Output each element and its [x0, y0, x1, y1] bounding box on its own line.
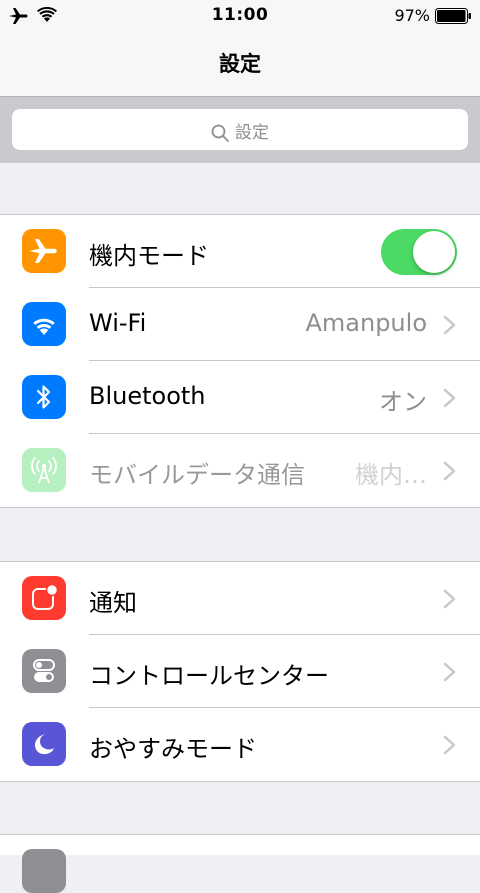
wifi-network-name: Amanpulo: [305, 309, 427, 337]
search-field[interactable]: 設定: [12, 109, 468, 150]
moon-icon: [22, 722, 66, 766]
chevron-right-icon: [443, 388, 456, 408]
page-title: 設定: [219, 52, 261, 76]
mobile-data-label: モバイルデータ通信: [89, 461, 305, 489]
wifi-label: Wi-Fi: [89, 309, 147, 337]
search-area: 設定: [0, 96, 480, 163]
bluetooth-row[interactable]: Bluetooth オン: [0, 361, 480, 434]
settings-icon: [22, 849, 66, 893]
bluetooth-label: Bluetooth: [89, 382, 206, 410]
chevron-right-icon: [443, 315, 456, 335]
chevron-right-icon: [443, 589, 456, 609]
chevron-right-icon: [443, 662, 456, 682]
control-center-row[interactable]: コントロールセンター: [0, 635, 480, 708]
chevron-right-icon: [443, 735, 456, 755]
bluetooth-status: オン: [379, 388, 427, 416]
antenna-icon: [22, 448, 66, 492]
notifications-label: 通知: [89, 589, 137, 617]
airplane-mode-label: 機内モード: [89, 242, 209, 270]
bluetooth-icon: [22, 375, 66, 419]
search-icon: [211, 124, 229, 142]
airplane-mode-toggle[interactable]: [381, 229, 457, 275]
notifications-icon: [22, 576, 66, 620]
control-center-icon: [22, 649, 66, 693]
control-center-label: コントロールセンター: [89, 662, 329, 690]
airplane-mode-row[interactable]: 機内モード: [0, 215, 480, 288]
system-group: 通知 コントロールセンター おやすみモード: [0, 561, 480, 782]
battery-percentage: 97%: [394, 6, 430, 25]
mobile-data-status: 機内…: [355, 461, 427, 489]
do-not-disturb-row[interactable]: おやすみモード: [0, 708, 480, 781]
wifi-row[interactable]: Wi-Fi Amanpulo: [0, 288, 480, 361]
notifications-row[interactable]: 通知: [0, 562, 480, 635]
airplane-icon: [22, 229, 66, 273]
do-not-disturb-label: おやすみモード: [89, 735, 257, 763]
battery-icon: [435, 8, 471, 24]
search-placeholder: 設定: [235, 123, 269, 143]
navigation-bar: 設定: [0, 32, 480, 96]
status-bar: 11:00 97%: [0, 0, 480, 32]
chevron-right-icon: [443, 461, 456, 481]
wifi-icon: [22, 302, 66, 346]
connectivity-group: 機内モード Wi-Fi Amanpulo Bluetooth オン モバイルデー…: [0, 214, 480, 508]
mobile-data-row[interactable]: モバイルデータ通信 機内…: [0, 434, 480, 507]
